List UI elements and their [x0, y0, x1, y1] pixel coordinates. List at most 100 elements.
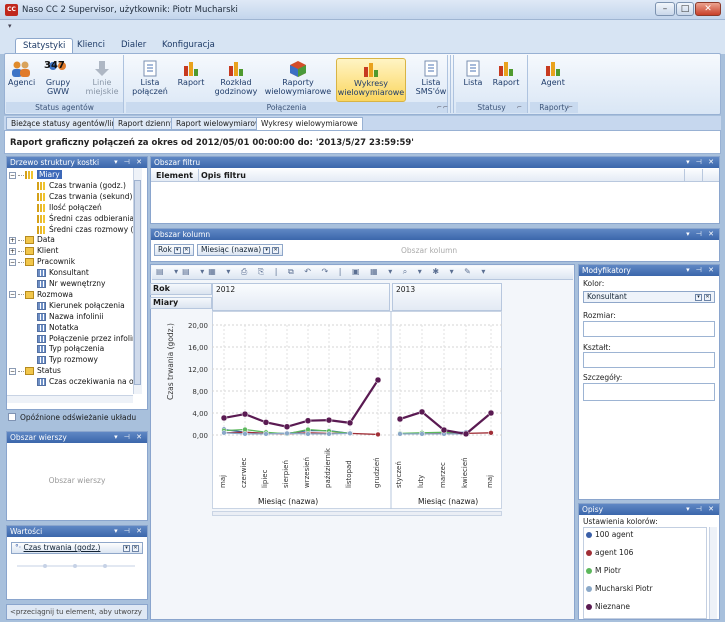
tree-item[interactable]: Ilość połączeń [37, 203, 102, 212]
chip-dropdown-icon[interactable]: ▾ [123, 544, 130, 552]
pane-controls-icon[interactable]: ▾ ⊣ ✕ [114, 157, 144, 168]
expand-icon[interactable]: + [9, 236, 16, 244]
tree-item[interactable]: + Klient [9, 246, 58, 256]
tree-item[interactable]: Nr wewnętrzny [37, 279, 105, 288]
tab-dialer[interactable]: Dialer [114, 38, 153, 54]
measures-icon [25, 171, 34, 179]
tab-statystyki[interactable]: Statystyki [15, 38, 74, 54]
chip-remove-icon[interactable]: ✕ [272, 246, 280, 254]
tree-item[interactable]: Czas trwania (sekund) [37, 192, 132, 201]
collapse-icon[interactable]: − [9, 291, 16, 299]
maximize-button[interactable]: □ [676, 2, 694, 16]
data-point [440, 426, 448, 434]
chip-dropdown-icon[interactable]: ▾ [263, 246, 271, 254]
attribute-icon [37, 323, 46, 332]
expand-icon[interactable]: + [9, 247, 16, 255]
x-tick-label: styczeń [395, 461, 403, 488]
attribute-icon [37, 356, 46, 365]
tree-item-label: Status [37, 366, 61, 376]
data-point [488, 430, 494, 436]
tree-hscroll[interactable] [7, 395, 133, 403]
tree-item[interactable]: + Data [9, 235, 55, 245]
chip-dropdown-icon[interactable]: ▾ [173, 246, 181, 254]
tree-item[interactable]: − Miary [9, 170, 62, 179]
status-report-button[interactable]: Raport [490, 58, 522, 102]
qat-dropdown-icon[interactable]: ▾ [8, 22, 12, 30]
x-axis-label-2012: Miesiąc (nazwa) [258, 497, 319, 506]
values-field-chip[interactable]: °· Czas trwania (godz.) ▾ ✕ [11, 542, 143, 554]
data-point [305, 426, 311, 433]
column-chip-month[interactable]: Miesiąc (nazwa) ▾ ✕ [197, 244, 284, 256]
tree-vscroll-thumb[interactable] [134, 180, 141, 385]
tree-item-label: Nazwa infolinii [49, 311, 104, 321]
multidim-charts-button[interactable]: Wykresy wielowymiarowe [336, 58, 406, 102]
group-launcher-icon[interactable]: ⌐ [517, 104, 525, 112]
tree-item[interactable]: Typ połączenia [37, 344, 104, 354]
collapse-icon[interactable]: − [9, 367, 16, 375]
tree-item-label: Nr wewnętrzny [49, 279, 106, 288]
size-drop-box[interactable] [583, 321, 715, 337]
tree-item[interactable]: Średni czas rozmowy (se [37, 225, 142, 234]
minimize-button[interactable]: – [655, 2, 675, 16]
pane-controls-icon[interactable]: ▾ ⊣ ✕ [686, 157, 716, 168]
city-lines-button[interactable]: Linie miejskie [84, 58, 120, 102]
tree-item[interactable]: Nazwa infolinii [37, 312, 103, 321]
status-list-button[interactable]: Lista [460, 58, 486, 102]
tree-item[interactable]: Konsultant [37, 268, 89, 278]
legend-item[interactable]: M Piotr [586, 566, 621, 575]
agents-button[interactable]: Agenci [8, 58, 35, 102]
tree-item[interactable]: Czas oczekiwania na oc [37, 377, 138, 387]
deferred-update-checkbox[interactable] [8, 413, 16, 421]
tree-item[interactable]: Notatka [37, 323, 78, 332]
legend-item[interactable]: 100 agent [586, 530, 633, 539]
multidim-reports-button[interactable]: Raporty wielowymiarowe [264, 58, 332, 102]
doctab-daily-report[interactable]: Raport dzienny [113, 117, 180, 130]
hourly-distribution-button[interactable]: Rozkład godzinowy [212, 58, 260, 102]
pane-controls-icon[interactable]: ▾ ⊣ ✕ [686, 229, 716, 240]
collapse-icon[interactable]: − [9, 171, 16, 179]
gww-groups-button[interactable]: 347 Grupy GWW [38, 58, 78, 102]
tree-item[interactable]: Kierunek połączenia [37, 301, 125, 310]
shape-drop-box[interactable] [583, 352, 715, 368]
pane-controls-icon[interactable]: ▾ ⊣ ✕ [686, 265, 716, 276]
tab-konfiguracja[interactable]: Konfiguracja [155, 38, 222, 54]
call-list-button[interactable]: Lista połączeń [130, 58, 170, 102]
legend-item[interactable]: Nieznane [586, 602, 630, 611]
chip-remove-icon[interactable]: ✕ [132, 544, 139, 552]
series-line-nieznane [223, 379, 379, 428]
legend-item[interactable]: agent 106 [586, 548, 633, 557]
group-launcher-icon[interactable]: ⌐ [443, 104, 451, 112]
group-polaczenia: Lista połączeń Raport Rozkład godzinowy … [126, 55, 448, 113]
data-point [396, 415, 404, 423]
tab-klienci[interactable]: Klienci [70, 38, 112, 54]
sms-list-button[interactable]: Lista SMS'ów [410, 58, 452, 102]
chip-remove-icon[interactable]: ✕ [182, 246, 190, 254]
chip-dropdown-icon[interactable]: ▾ [695, 293, 702, 301]
tree-item[interactable]: Połączenie przez infolin [37, 334, 137, 343]
pane-controls-icon[interactable]: ▾ ⊣ ✕ [114, 526, 144, 537]
tree-item[interactable]: Średni czas odbierania [37, 214, 134, 223]
doctab-multidim-charts[interactable]: Wykresy wielowymiarowe [256, 117, 363, 130]
color-field-chip[interactable]: Konsultant ▾ ✕ [583, 291, 715, 303]
agent-report-button[interactable]: Agent [536, 58, 570, 102]
close-button[interactable]: ✕ [695, 2, 721, 16]
chip-remove-icon[interactable]: ✕ [704, 293, 711, 301]
group-launcher-icon[interactable]: ⌐ [568, 104, 576, 112]
doctab-current-status[interactable]: Bieżące statusy agentów/linii [6, 117, 126, 130]
tree-item[interactable]: − Pracownik [9, 257, 75, 267]
pane-controls-icon[interactable]: ▾ ⊣ ✕ [686, 504, 716, 515]
tree-item[interactable]: − Rozmowa [9, 290, 73, 299]
pane-controls-icon[interactable]: ▾ ⊣ ✕ [114, 432, 144, 443]
dimension-icon [25, 258, 34, 267]
tree-item[interactable]: − Status [9, 366, 61, 376]
tree-item[interactable]: Typ rozmowy [37, 355, 98, 365]
details-drop-box[interactable] [583, 383, 715, 401]
report-button[interactable]: Raport [174, 58, 208, 102]
collapse-icon[interactable]: − [9, 258, 16, 266]
chart-toolbar-icons[interactable]: ▤ ▾▤ ▾▦ ▾ ⎙ ⎘ | ⧉ ↶ ↷ | ▣ ▦ ▾ ⌕ ▾ ✱ ▾ ✎ … [156, 267, 489, 277]
column-chip-year[interactable]: Rok ▾ ✕ [154, 244, 194, 256]
attribute-icon [37, 334, 46, 343]
tree-item[interactable]: Czas trwania (godz.) [37, 181, 126, 190]
legend-vscroll[interactable] [709, 527, 717, 619]
legend-item[interactable]: Mucharski Piotr [586, 584, 653, 593]
